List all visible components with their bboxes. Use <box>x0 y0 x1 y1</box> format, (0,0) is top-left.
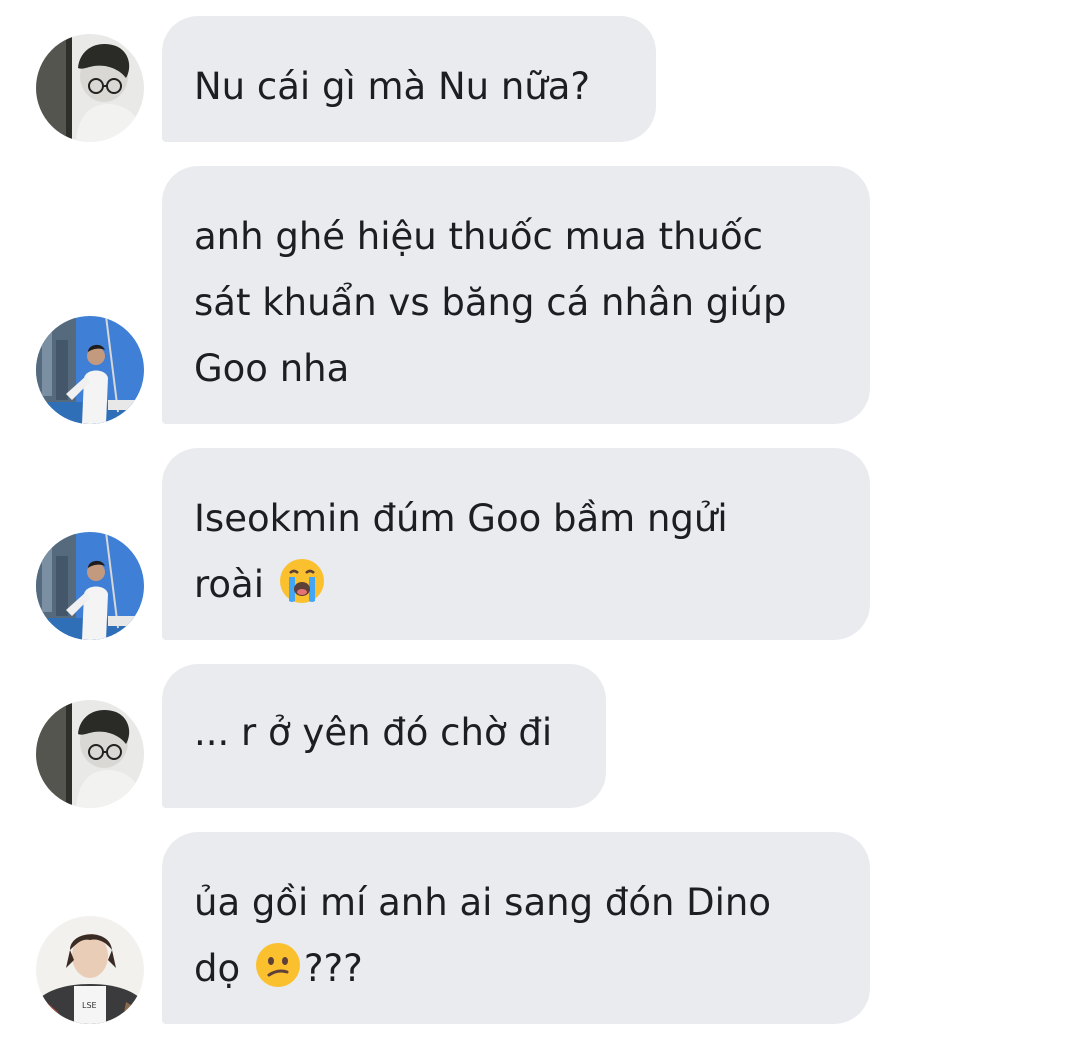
avatar[interactable]: LSE <box>36 916 144 1024</box>
message-text: sát khuẩn vs băng cá nhân giúp <box>194 281 787 324</box>
message-text-last-line: dọ ??? <box>194 936 838 1002</box>
avatar[interactable] <box>36 316 144 424</box>
avatar-patterned-jacket-icon: LSE <box>36 916 144 1024</box>
avatar-boat-photo-icon <box>36 532 144 640</box>
message-text: Goo nha <box>194 347 350 390</box>
avatar-boat-photo-icon <box>36 316 144 424</box>
message-text: anh ghé hiệu thuốc mua thuốc <box>194 215 763 258</box>
message-bubble[interactable]: anh ghé hiệu thuốc mua thuốc sát khuẩn v… <box>162 166 870 424</box>
loudly-crying-face-icon <box>278 557 326 605</box>
avatar[interactable] <box>36 532 144 640</box>
chat-thread: Nu cái gì mà Nu nữa? anh ghé hiệu thuốc … <box>0 0 1080 1041</box>
message-text: Nu cái gì mà Nu nữa? <box>194 65 591 108</box>
message-text: dọ <box>194 947 241 990</box>
message-text: ủa gồi mí anh ai sang đón Dino <box>194 881 772 924</box>
message-bubble[interactable]: ủa gồi mí anh ai sang đón Dino dọ ??? <box>162 832 870 1024</box>
message-text: ... r ở yên đó chờ đi <box>194 711 553 754</box>
message-text: ??? <box>303 947 363 990</box>
avatar[interactable] <box>36 34 144 142</box>
svg-text:LSE: LSE <box>82 1001 97 1010</box>
message-bubble[interactable]: ... r ở yên đó chờ đi <box>162 664 606 808</box>
avatar[interactable] <box>36 700 144 808</box>
avatar-bw-glasses-icon <box>36 700 144 808</box>
message-text: roài <box>194 563 264 606</box>
message-text-last-line: roài <box>194 552 838 618</box>
message-text: Iseokmin đúm Goo bầm ngửi <box>194 497 728 540</box>
avatar-bw-glasses-icon <box>36 34 144 142</box>
message-bubble[interactable]: Nu cái gì mà Nu nữa? <box>162 16 656 142</box>
confused-face-icon <box>254 941 302 989</box>
message-bubble[interactable]: Iseokmin đúm Goo bầm ngửi roài <box>162 448 870 640</box>
